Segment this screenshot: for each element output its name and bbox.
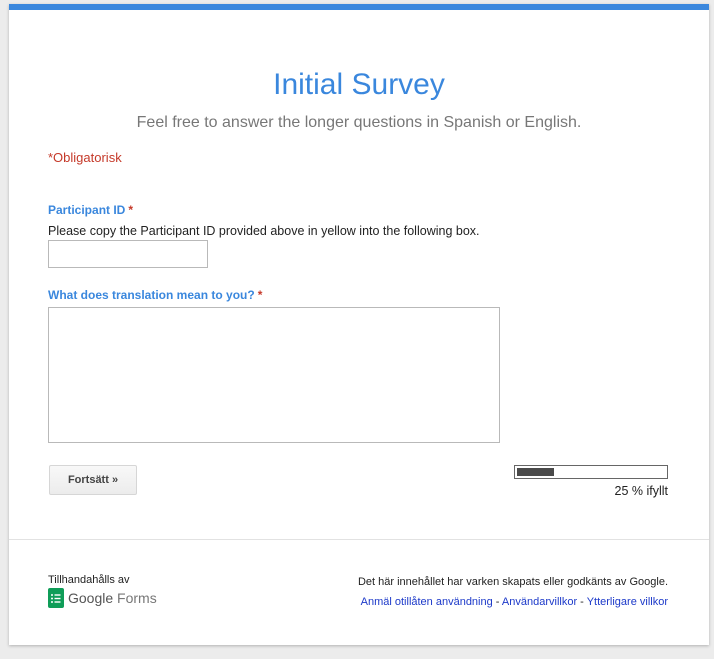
progress-bar [514,465,668,479]
terms-of-service-link[interactable]: Användarvillkor [502,596,577,608]
question-label-participant-id: Participant ID * [48,203,133,217]
form-description: Feel free to answer the longer questions… [136,114,582,131]
brand-google: Google [68,590,114,606]
brand-forms: Forms [117,590,157,606]
footer-disclaimer: Det här innehållet har varken skapats el… [357,576,668,588]
provided-by-label: Tillhandahålls av [48,574,130,586]
question-label-translation: What does translation mean to you? * [48,288,262,302]
footer-divider [9,539,709,540]
form-card: Initial Survey Feel free to answer the l… [9,4,709,645]
google-forms-logo[interactable]: Google Forms [48,588,157,608]
participant-id-input[interactable] [48,240,208,268]
required-marker: * [257,288,263,302]
required-marker: * [128,203,134,217]
additional-terms-link[interactable]: Ytterligare villkor [587,596,668,608]
question-title: Participant ID [48,203,126,217]
progress-fill [517,468,554,476]
report-abuse-link[interactable]: Anmäl otillåten användning [361,596,493,608]
footer-links: Anmäl otillåten användning - Användarvil… [361,596,668,608]
continue-button[interactable]: Fortsätt » [49,465,137,495]
required-note: *Obligatorisk [48,150,122,165]
question-title: What does translation mean to you? [48,288,255,302]
forms-icon [48,588,64,608]
link-separator: - [577,596,587,608]
forms-wordmark: Google Forms [68,590,157,606]
translation-answer-textarea[interactable] [48,307,500,443]
progress-label: 25 % ifyllt [614,484,669,498]
link-separator: - [492,596,502,608]
form-title: Initial Survey [273,68,445,101]
question-help-text: Please copy the Participant ID provided … [48,224,480,238]
